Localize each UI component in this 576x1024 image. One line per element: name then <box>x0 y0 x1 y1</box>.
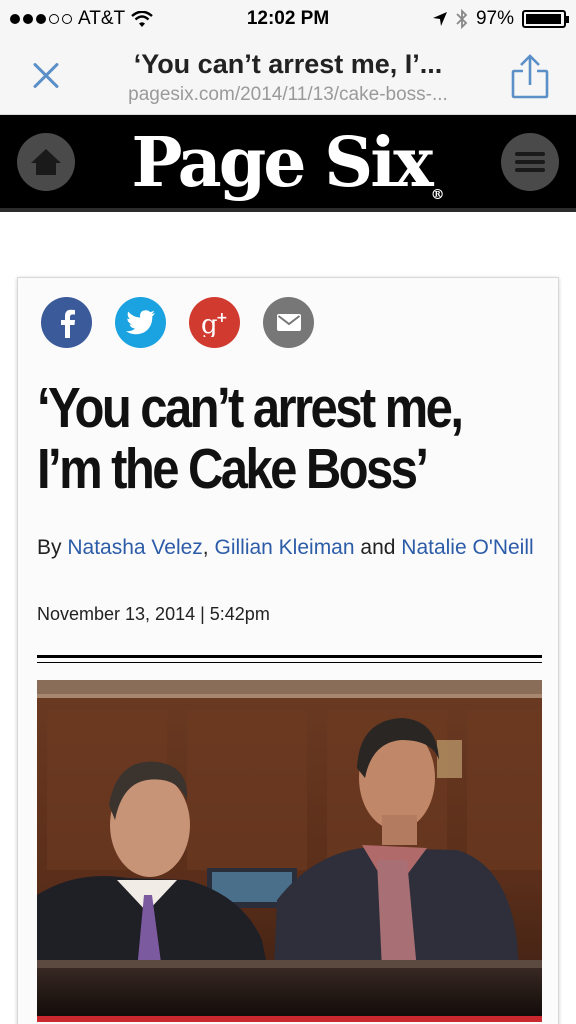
facebook-share-button[interactable] <box>41 297 92 348</box>
byline: By Natasha Velez, Gillian Kleiman and Na… <box>37 536 534 559</box>
article-headline: ‘You can’t arrest me, I’m the Cake Boss’ <box>37 376 464 501</box>
site-header: Page Six® <box>0 115 576 212</box>
twitter-share-button[interactable] <box>115 297 166 348</box>
svg-text:+: + <box>216 310 228 326</box>
battery-percent: 97% <box>475 8 514 29</box>
battery-icon <box>522 10 569 28</box>
share-buttons: g + <box>41 297 314 348</box>
page-url[interactable]: pagesix.com/2014/11/13/cake-boss-... <box>92 84 484 106</box>
bluetooth-icon <box>456 9 468 29</box>
page-six-logo[interactable]: Page Six® <box>0 123 576 203</box>
menu-button[interactable] <box>501 133 559 191</box>
page-title: ‘You can’t arrest me, I’... <box>133 49 443 79</box>
close-button[interactable] <box>26 56 66 96</box>
location-arrow-icon <box>432 12 447 26</box>
facebook-icon <box>60 309 75 338</box>
email-icon <box>276 314 301 331</box>
google-plus-icon: g + <box>201 310 228 337</box>
email-share-button[interactable] <box>263 297 314 348</box>
hamburger-menu-icon <box>515 152 545 172</box>
article-photo[interactable] <box>37 680 542 1016</box>
divider <box>37 655 542 658</box>
photo-caption-bar <box>37 1016 542 1022</box>
publish-date: November 13, 2014 | 5:42pm <box>37 604 270 624</box>
author-link-natasha-velez[interactable]: Natasha Velez <box>67 536 202 559</box>
google-plus-share-button[interactable]: g + <box>189 297 240 348</box>
divider-thin <box>37 662 542 663</box>
author-link-natalie-oneill[interactable]: Natalie O'Neill <box>401 536 533 559</box>
status-bar: AT&T 12:02 PM 97% <box>0 0 576 40</box>
author-link-gillian-kleiman[interactable]: Gillian Kleiman <box>214 536 354 559</box>
status-right: 97% <box>432 8 569 30</box>
article-card: g + ‘You can’t arrest me, I’m the Cake B… <box>17 277 559 1024</box>
browser-bar: ‘You can’t arrest me, I’... pagesix.com/… <box>0 40 576 115</box>
share-button[interactable] <box>508 54 552 100</box>
twitter-icon <box>125 310 155 335</box>
